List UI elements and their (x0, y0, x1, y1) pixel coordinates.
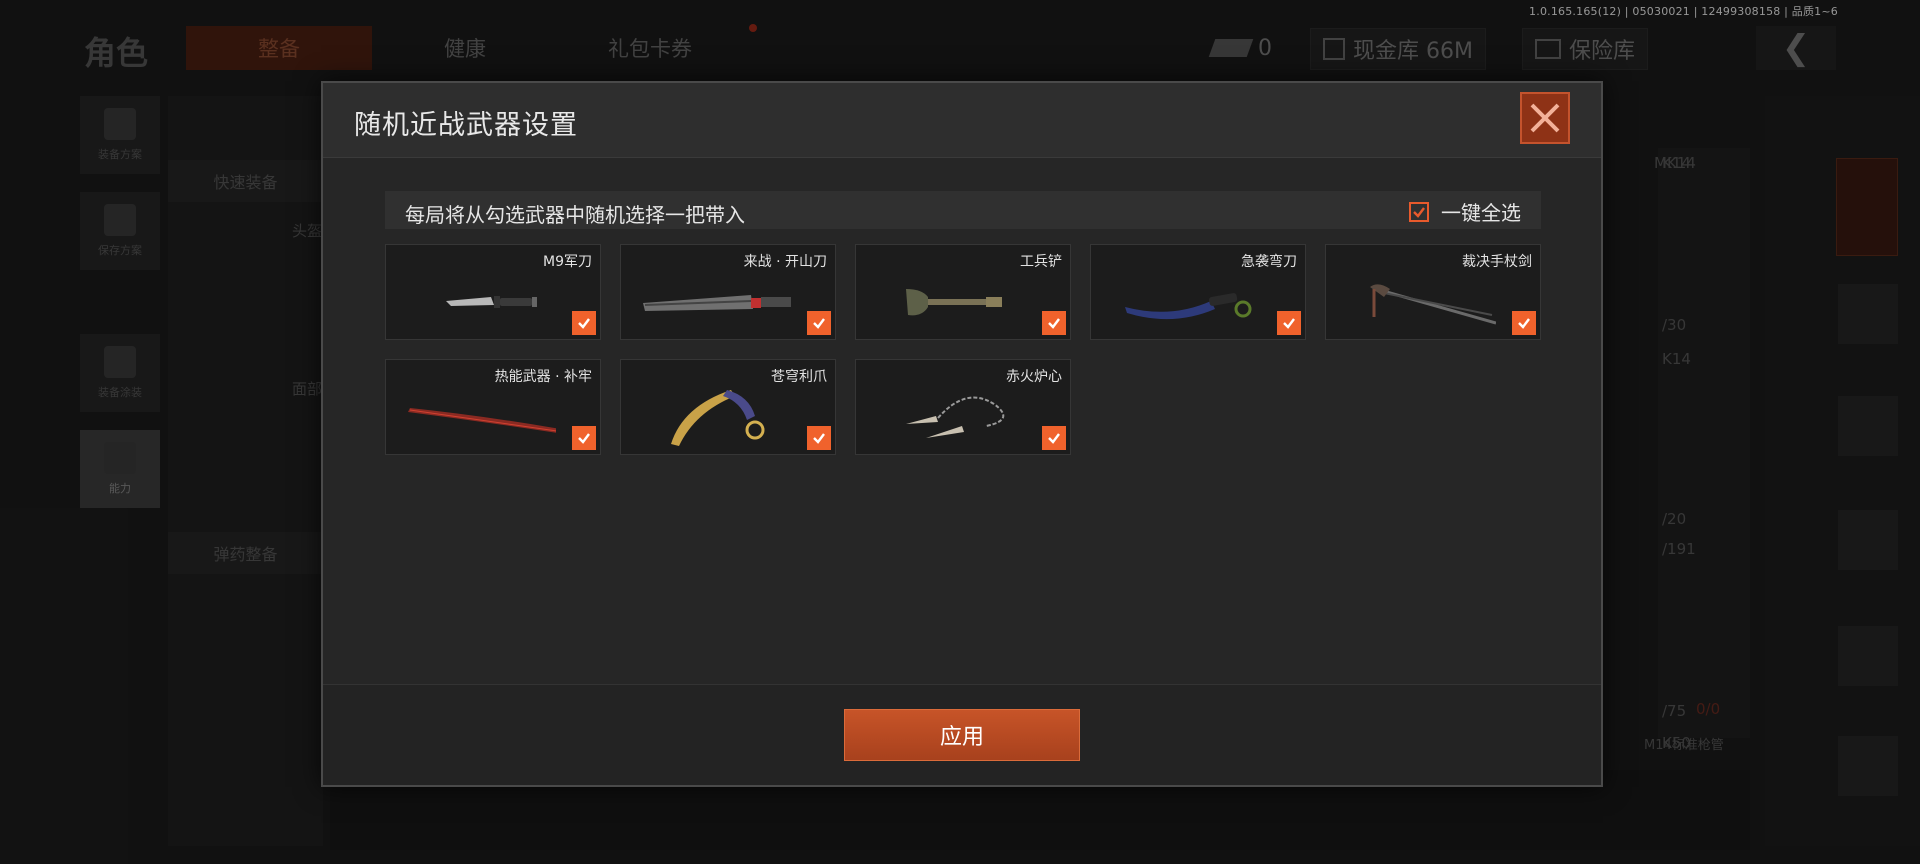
check-icon (578, 433, 590, 444)
close-icon (1530, 103, 1560, 133)
weapon-name: 赤火炉心 (1006, 369, 1062, 385)
weapon-name: 苍穹利爪 (771, 369, 827, 385)
weapon-card-machete[interactable]: 来战 · 开山刀 (620, 244, 836, 340)
weapon-checkbox[interactable] (1042, 426, 1066, 450)
weapon-checkbox[interactable] (572, 311, 596, 335)
weapon-name: 热能武器 · 补牢 (494, 369, 592, 385)
apply-button[interactable]: 应用 (844, 709, 1080, 761)
karambit-icon (671, 390, 765, 446)
weapon-name: 急袭弯刀 (1241, 254, 1297, 270)
select-all-toggle[interactable]: 一键全选 (1409, 197, 1521, 226)
weapon-card-m9[interactable]: M9军刀 (385, 244, 601, 340)
dialog-header: 随机近战武器设置 (323, 83, 1601, 158)
weapon-checkbox[interactable] (807, 311, 831, 335)
weapon-card-sky-claw[interactable]: 苍穹利爪 (620, 359, 836, 455)
weapon-name: 裁决手杖剑 (1462, 254, 1532, 270)
weapon-card-shovel[interactable]: 工兵铲 (855, 244, 1071, 340)
select-all-checkbox[interactable] (1409, 201, 1429, 222)
select-all-label: 一键全选 (1441, 201, 1521, 225)
check-icon (813, 433, 825, 444)
combat-knife-icon (446, 296, 537, 308)
info-bar: 每局将从勾选武器中随机选择一把带入 一键全选 (385, 191, 1541, 229)
check-icon (1283, 318, 1295, 329)
weapon-name: 工兵铲 (1020, 254, 1062, 270)
check-icon (1048, 433, 1060, 444)
check-icon (578, 318, 590, 329)
shovel-icon (906, 289, 1002, 316)
weapon-checkbox[interactable] (1512, 311, 1536, 335)
weapon-card-cane-sword[interactable]: 裁决手杖剑 (1325, 244, 1541, 340)
check-icon (1048, 318, 1060, 329)
check-icon (1413, 206, 1425, 218)
machete-icon (643, 295, 791, 311)
weapon-checkbox[interactable] (572, 426, 596, 450)
random-melee-settings-dialog: 随机近战武器设置 每局将从勾选武器中随机选择一把带入 一键全选 M9军刀 来战 … (321, 81, 1603, 787)
check-icon (813, 318, 825, 329)
weapon-checkbox[interactable] (1277, 311, 1301, 335)
dialog-title: 随机近战武器设置 (354, 110, 578, 141)
cane-sword-icon (1370, 284, 1496, 325)
weapon-name: 来战 · 开山刀 (743, 254, 827, 270)
weapon-checkbox[interactable] (1042, 311, 1066, 335)
info-text: 每局将从勾选武器中随机选择一把带入 (405, 203, 745, 227)
chain-blades-icon (906, 396, 1005, 438)
dialog-footer: 应用 (323, 684, 1601, 785)
curved-blade-icon (1125, 293, 1252, 320)
weapon-card-curved-blade[interactable]: 急袭弯刀 (1090, 244, 1306, 340)
katana-icon (408, 408, 556, 433)
weapon-checkbox[interactable] (807, 426, 831, 450)
weapon-name: M9军刀 (543, 254, 592, 270)
weapon-card-thermal-katana[interactable]: 热能武器 · 补牢 (385, 359, 601, 455)
close-button[interactable] (1520, 92, 1570, 144)
check-icon (1518, 318, 1530, 329)
weapon-card-fire-core[interactable]: 赤火炉心 (855, 359, 1071, 455)
